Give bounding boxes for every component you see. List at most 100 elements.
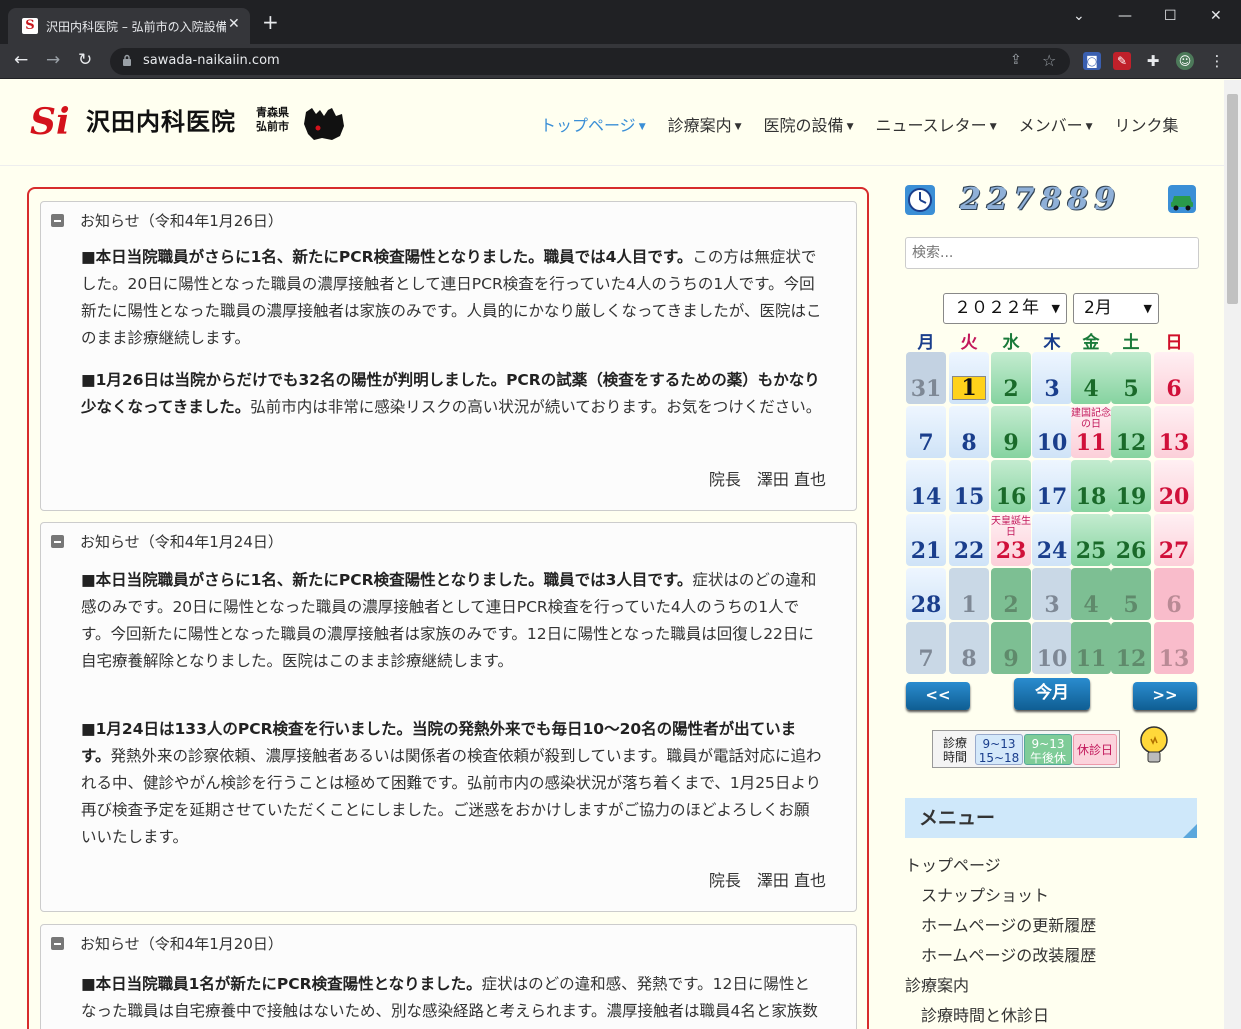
calendar-day-number: 27 bbox=[1158, 538, 1190, 564]
profile-avatar-icon[interactable]: ☺ bbox=[1176, 52, 1194, 70]
calendar-day[interactable]: 1 bbox=[949, 352, 989, 404]
calendar-day[interactable]: 9 bbox=[991, 406, 1031, 458]
post-header[interactable]: お知らせ（令和4年1月24日） bbox=[51, 531, 283, 552]
lightbulb-icon[interactable] bbox=[1136, 724, 1172, 770]
calendar-day[interactable]: 6 bbox=[1154, 568, 1194, 620]
calendar-day[interactable]: 16 bbox=[991, 460, 1031, 512]
extension-1-icon[interactable]: ◙ bbox=[1083, 52, 1101, 70]
logo-pref-line-2: 弘前市 bbox=[256, 120, 289, 133]
calendar-day[interactable]: 1 bbox=[949, 568, 989, 620]
reload-icon[interactable]: ↻ bbox=[78, 50, 92, 70]
calendar-day[interactable]: 13 bbox=[1154, 622, 1194, 674]
forward-arrow-icon[interactable]: → bbox=[46, 50, 60, 70]
month-select[interactable]: 2月 ▼ bbox=[1073, 293, 1159, 324]
url-text: sawada-naikaiin.com bbox=[143, 53, 280, 68]
calendar-day[interactable]: 3 bbox=[1032, 568, 1072, 620]
calendar-day[interactable]: 天皇誕生日 23 bbox=[991, 514, 1031, 566]
calendar-day[interactable]: 9 bbox=[991, 622, 1031, 674]
extensions-puzzle-icon[interactable]: ✚ bbox=[1144, 52, 1162, 70]
browser-menu-icon[interactable]: ⋮ bbox=[1208, 52, 1226, 70]
calendar-day[interactable]: 13 bbox=[1154, 406, 1194, 458]
share-icon[interactable]: ⇪ bbox=[1010, 52, 1022, 68]
collapse-icon[interactable] bbox=[51, 535, 64, 548]
bookmark-star-icon[interactable]: ☆ bbox=[1042, 51, 1056, 70]
calendar-day[interactable]: 2 bbox=[991, 352, 1031, 404]
menu-item[interactable]: 診療案内 bbox=[905, 972, 969, 996]
calendar-day[interactable]: 25 bbox=[1071, 514, 1111, 566]
calendar-day[interactable]: 24 bbox=[1032, 514, 1072, 566]
address-bar[interactable]: sawada-naikaiin.com ⇪ ☆ bbox=[110, 48, 1070, 75]
calendar-day[interactable]: 31 bbox=[906, 352, 946, 404]
menu-item[interactable]: ホームページの更新履歴 bbox=[921, 912, 1096, 936]
nav-item-2[interactable]: 医院の設備 ▼ bbox=[764, 112, 854, 136]
calendar-day[interactable]: 27 bbox=[1154, 514, 1194, 566]
nav-item-3[interactable]: ニュースレター ▼ bbox=[875, 112, 996, 136]
clock-icon bbox=[905, 185, 935, 215]
calendar-day[interactable]: 28 bbox=[906, 568, 946, 620]
calendar-day[interactable]: 20 bbox=[1154, 460, 1194, 512]
chevron-down-icon: ▼ bbox=[1143, 302, 1152, 315]
minimize-button[interactable]: — bbox=[1118, 8, 1132, 24]
calendar-day[interactable]: 8 bbox=[949, 622, 989, 674]
menu-item[interactable]: トップページ bbox=[905, 852, 1001, 876]
calendar-day[interactable]: 10 bbox=[1032, 622, 1072, 674]
scrollbar-thumb[interactable] bbox=[1227, 94, 1238, 304]
calendar-day[interactable]: 12 bbox=[1111, 622, 1151, 674]
current-month-button[interactable]: 今月 bbox=[1014, 678, 1090, 710]
calendar-day[interactable]: 7 bbox=[906, 622, 946, 674]
post-header[interactable]: お知らせ（令和4年1月20日） bbox=[51, 933, 283, 954]
nav-item-5[interactable]: リンク集 bbox=[1115, 112, 1179, 136]
legend-full-day: 9~13 15~18 bbox=[975, 734, 1023, 765]
calendar-day[interactable]: 7 bbox=[906, 406, 946, 458]
calendar-day[interactable]: 建国記念の日 11 bbox=[1071, 406, 1111, 458]
browser-tab[interactable]: S 沢田内科医院 – 弘前市の入院設備 ✕ bbox=[8, 8, 250, 44]
calendar-day[interactable]: 14 bbox=[906, 460, 946, 512]
search-input[interactable] bbox=[905, 237, 1199, 269]
calendar-day[interactable]: 6 bbox=[1154, 352, 1194, 404]
calendar-day[interactable]: 21 bbox=[906, 514, 946, 566]
calendar-day[interactable]: 22 bbox=[949, 514, 989, 566]
aomori-map-icon bbox=[304, 108, 344, 140]
nav-item-0[interactable]: トップページ ▼ bbox=[540, 112, 646, 136]
year-select[interactable]: ２０２２年 ▼ bbox=[943, 293, 1067, 324]
calendar-day[interactable]: 5 bbox=[1111, 352, 1151, 404]
page-scrollbar[interactable] bbox=[1224, 80, 1241, 1029]
calendar-day[interactable]: 18 bbox=[1071, 460, 1111, 512]
calendar-day-number: 20 bbox=[1158, 484, 1190, 510]
site-logo[interactable]: Si 沢田内科医院 青森県 弘前市 bbox=[30, 100, 350, 146]
calendar-day[interactable]: 15 bbox=[949, 460, 989, 512]
menu-item[interactable]: スナップショット bbox=[921, 882, 1049, 906]
post-header[interactable]: お知らせ（令和4年1月26日） bbox=[51, 210, 283, 231]
post-paragraph-1: ■本日当院職員1名が新たにPCR検査陽性となりました。症状はのどの違和感、発熱で… bbox=[81, 971, 823, 1029]
maximize-button[interactable]: ☐ bbox=[1164, 8, 1177, 24]
calendar-day[interactable]: 8 bbox=[949, 406, 989, 458]
calendar-day[interactable]: 12 bbox=[1111, 406, 1151, 458]
next-month-button[interactable]: >> bbox=[1133, 682, 1197, 710]
calendar-day-number: 19 bbox=[1115, 484, 1147, 510]
tab-close-icon[interactable]: ✕ bbox=[228, 16, 240, 32]
nav-item-4[interactable]: メンバー ▼ bbox=[1019, 112, 1093, 136]
nav-item-1[interactable]: 診療案内 ▼ bbox=[668, 112, 742, 136]
calendar-day[interactable]: 10 bbox=[1032, 406, 1072, 458]
menu-item[interactable]: ホームページの改装履歴 bbox=[921, 942, 1096, 966]
calendar-day[interactable]: 3 bbox=[1032, 352, 1072, 404]
back-arrow-icon[interactable]: ← bbox=[14, 50, 28, 70]
prev-month-button[interactable]: << bbox=[906, 682, 970, 710]
collapse-icon[interactable] bbox=[51, 937, 64, 950]
new-tab-button[interactable]: + bbox=[262, 12, 279, 32]
calendar-day[interactable]: 26 bbox=[1111, 514, 1151, 566]
tab-search-icon[interactable]: ⌄ bbox=[1073, 8, 1085, 24]
calendar-day[interactable]: 2 bbox=[991, 568, 1031, 620]
calendar-day[interactable]: 19 bbox=[1111, 460, 1151, 512]
collapse-icon[interactable] bbox=[51, 214, 64, 227]
extension-2-icon[interactable]: ✎ bbox=[1113, 52, 1131, 70]
menu-item[interactable]: 診療時間と休診日 bbox=[921, 1002, 1049, 1026]
calendar-day[interactable]: 11 bbox=[1071, 622, 1111, 674]
calendar-day-number: 25 bbox=[1075, 538, 1107, 564]
post-paragraph-1: ■本日当院職員がさらに1名、新たにPCR検査陽性となりました。職員では3人目です… bbox=[81, 567, 823, 675]
calendar-day[interactable]: 5 bbox=[1111, 568, 1151, 620]
calendar-day[interactable]: 17 bbox=[1032, 460, 1072, 512]
close-window-button[interactable]: ✕ bbox=[1210, 8, 1222, 24]
calendar-day[interactable]: 4 bbox=[1071, 568, 1111, 620]
calendar-day[interactable]: 4 bbox=[1071, 352, 1111, 404]
